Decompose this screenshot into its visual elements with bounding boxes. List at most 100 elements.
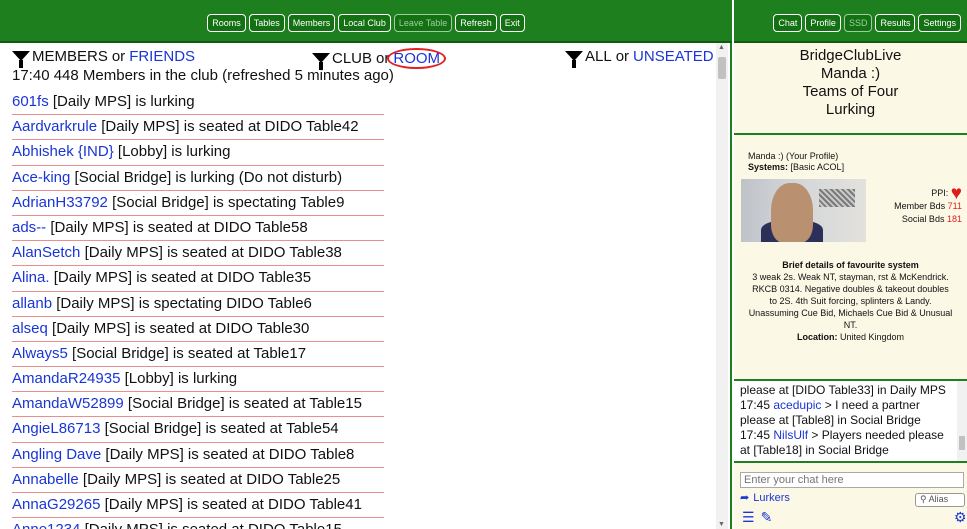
chat-button[interactable]: Chat — [773, 13, 803, 32]
scroll-up-icon[interactable]: ▲ — [718, 44, 725, 51]
chat-input[interactable] — [740, 472, 964, 488]
members-status-line: 17:40 448 Members in the club (refreshed… — [12, 67, 394, 84]
chat-scrollbar[interactable] — [957, 381, 967, 461]
scroll-down-icon[interactable]: ▼ — [718, 521, 725, 528]
unseated-option[interactable]: UNSEATED — [633, 48, 714, 65]
member-row[interactable]: Aardvarkrule [Daily MPS] is seated at DI… — [12, 115, 384, 141]
member-name-link[interactable]: Abhishek {IND} — [12, 143, 114, 160]
profile-button[interactable]: Profile — [805, 13, 841, 32]
fav-text: 3 weak 2s. Weak NT, stayman, rst & McKen… — [748, 272, 953, 330]
members-filter[interactable]: MEMBERS or FRIENDS — [12, 48, 195, 68]
profile-stats: PPI: ♥ Member Bds 711 Social Bds 181 — [868, 183, 962, 226]
lurkers-label: Lurkers — [753, 491, 790, 504]
chat-message: 17:45 NilsUlf > Players needed please at… — [740, 428, 951, 458]
member-name-link[interactable]: AngieL86713 — [12, 420, 100, 437]
systems-line: Systems: [Basic ACOL] — [748, 162, 844, 173]
seated-filter[interactable]: ALL or UNSEATED — [565, 48, 714, 68]
member-status: [Daily MPS] is lurking — [52, 93, 195, 110]
lurkers-link[interactable]: ➦ Lurkers — [740, 491, 790, 505]
member-row[interactable]: Annabelle [Daily MPS] is seated at DIDO … — [12, 468, 384, 493]
member-status: [Social Bridge] is lurking (Do not distu… — [74, 168, 343, 186]
member-row[interactable]: AmandaW52899 [Social Bridge] is seated a… — [12, 392, 384, 418]
member-name-link[interactable]: Aardvarkrule — [12, 118, 97, 135]
favourite-system: Brief details of favourite system 3 weak… — [748, 259, 953, 343]
member-row[interactable]: Anne1234 [Daily MPS] is seated at DIDO T… — [12, 518, 384, 529]
member-row[interactable]: alseq [Daily MPS] is seated at DIDO Tabl… — [12, 317, 384, 342]
member-row[interactable]: allanb [Daily MPS] is spectating DIDO Ta… — [12, 292, 384, 317]
list-icon[interactable]: ☰ — [742, 509, 755, 526]
settings-button[interactable]: Settings — [918, 13, 961, 32]
exit-button[interactable]: Exit — [499, 13, 525, 32]
chat-log[interactable]: please at [DIDO Table33] in Daily MPS 17… — [734, 381, 967, 463]
member-row[interactable]: Ace-king [Social Bridge] is lurking (Do … — [12, 166, 384, 191]
member-row[interactable]: ads-- [Daily MPS] is seated at DIDO Tabl… — [12, 216, 384, 242]
chat-user-link[interactable]: NilsUlf — [773, 428, 808, 442]
all-option[interactable]: ALL — [585, 48, 612, 65]
member-status: [Social Bridge] is seated at Table15 — [127, 395, 362, 413]
location-value: United Kingdom — [839, 332, 905, 342]
profile-header: Manda :) (Your Profile) Systems: [Basic … — [748, 151, 844, 173]
member-name-link[interactable]: AmandaW52899 — [12, 395, 124, 412]
members-button[interactable]: Members — [287, 13, 336, 32]
member-name-link[interactable]: ads-- — [12, 219, 46, 236]
refresh-button[interactable]: Refresh — [455, 13, 497, 32]
member-name-link[interactable]: Annabelle — [12, 471, 79, 488]
club-filter[interactable]: CLUB or ROOM — [312, 48, 447, 70]
member-name-link[interactable]: allanb — [12, 295, 52, 312]
rooms-button[interactable]: Rooms — [207, 13, 246, 32]
member-name-link[interactable]: Alina. — [12, 269, 50, 286]
member-name-link[interactable]: Ace-king — [12, 169, 70, 186]
member-name-link[interactable]: alseq — [12, 320, 48, 337]
member-row[interactable]: AdrianH33792 [Social Bridge] is spectati… — [12, 191, 384, 216]
member-name-link[interactable]: AnnaG29265 — [12, 496, 100, 513]
member-name-link[interactable]: AlanSetch — [12, 244, 80, 261]
heart-icon: ♥ — [950, 183, 962, 204]
member-list-scrollbar[interactable]: ▲ ▼ — [716, 43, 728, 529]
member-name-link[interactable]: Angling Dave — [12, 446, 101, 463]
member-row[interactable]: Always5 [Social Bridge] is seated at Tab… — [12, 342, 384, 368]
member-name-link[interactable]: Always5 — [12, 345, 68, 362]
member-status: [Daily MPS] is seated at DIDO Table42 — [101, 118, 359, 136]
member-name-link[interactable]: Anne1234 — [12, 521, 80, 529]
local-club-button[interactable]: Local Club — [338, 13, 391, 32]
club-option[interactable]: CLUB — [332, 50, 372, 67]
room-option[interactable]: ROOM — [387, 48, 447, 69]
user-state: Lurking — [825, 101, 876, 118]
friends-option[interactable]: FRIENDS — [129, 48, 195, 65]
member-status: [Lobby] is lurking — [124, 370, 238, 388]
social-bds-value: 181 — [946, 214, 962, 224]
member-row[interactable]: AlanSetch [Daily MPS] is seated at DIDO … — [12, 241, 384, 267]
tables-button[interactable]: Tables — [248, 13, 285, 32]
filter-icon — [12, 50, 30, 68]
edit-icon[interactable]: ✎ — [761, 509, 773, 526]
right-column: BridgeClubLive Manda :) Teams of Four Lu… — [734, 43, 967, 529]
member-name-link[interactable]: AmandaR24935 — [12, 370, 120, 387]
members-option[interactable]: MEMBERS — [32, 48, 108, 65]
member-name-link[interactable]: 601fs — [12, 93, 49, 110]
gear-icon[interactable]: ⚙ — [954, 509, 967, 526]
results-button[interactable]: Results — [875, 13, 916, 32]
member-status: [Daily MPS] is spectating DIDO Table6 — [56, 294, 312, 312]
alias-button[interactable]: ⚲ Alias — [915, 493, 965, 507]
member-row[interactable]: Alina. [Daily MPS] is seated at DIDO Tab… — [12, 266, 384, 292]
member-row[interactable]: Angling Dave [Daily MPS] is seated at DI… — [12, 443, 384, 468]
member-name-link[interactable]: AdrianH33792 — [12, 194, 108, 211]
chat-user-link[interactable]: acedupic — [773, 398, 821, 412]
member-bds-label: Member Bds — [894, 201, 946, 211]
chat-text: > Players needed please at [Table18] in … — [740, 428, 944, 457]
leave-table-button[interactable]: Leave Table — [393, 13, 453, 32]
chat-time: 17:45 — [740, 428, 771, 442]
or-text: or — [615, 48, 630, 65]
ssd-button[interactable]: SSD — [843, 13, 873, 32]
member-row[interactable]: 601fs [Daily MPS] is lurking — [12, 90, 384, 116]
members-panel: MEMBERS or FRIENDS CLUB or ROOM ALL or U… — [0, 43, 732, 529]
member-row[interactable]: AngieL86713 [Social Bridge] is seated at… — [12, 417, 384, 443]
member-row[interactable]: AnnaG29265 [Daily MPS] is seated at DIDO… — [12, 493, 384, 519]
chat-scroll-thumb[interactable] — [959, 436, 965, 450]
member-row[interactable]: Abhishek {IND} [Lobby] is lurking — [12, 140, 384, 166]
member-row[interactable]: AmandaR24935 [Lobby] is lurking — [12, 367, 384, 393]
member-status: [Social Bridge] is seated at Table17 — [72, 344, 307, 362]
member-status: [Social Bridge] is spectating Table9 — [112, 193, 345, 211]
scroll-thumb[interactable] — [718, 57, 726, 79]
member-bds-value: 711 — [947, 201, 962, 211]
